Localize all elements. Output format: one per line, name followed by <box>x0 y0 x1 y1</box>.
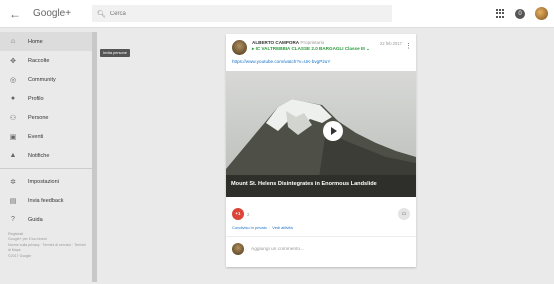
feedback-icon: ▤ <box>9 197 17 205</box>
sidebar-item-label: Notifiche <box>28 152 50 159</box>
collections-icon: ✥ <box>10 57 16 65</box>
plus-one-button[interactable]: +1 <box>232 208 244 220</box>
divider <box>0 168 92 169</box>
community-icon: ◎ <box>9 76 17 84</box>
sidebar-scrollbar[interactable] <box>92 32 97 282</box>
sidebar-footer: Registrati Google+ per il tuo brand Norm… <box>0 232 88 259</box>
plus-one-count[interactable]: 2 <box>247 212 398 217</box>
view-activity-link[interactable]: Vedi attività <box>272 225 292 230</box>
author-role: Proprietario <box>300 40 325 45</box>
sidebar-item-notifiche[interactable]: ▲ Notifiche <box>0 146 97 165</box>
notifications-bell-icon[interactable]: 0 <box>515 8 525 19</box>
sidebar-item-profilo[interactable]: ● Profilo <box>0 89 97 108</box>
account-avatar[interactable] <box>535 7 548 20</box>
commenter-avatar <box>232 243 244 255</box>
add-comment-row[interactable]: Aggiungi un commento... <box>226 237 416 261</box>
help-icon: ? <box>11 216 15 223</box>
shared-private-link[interactable]: Condiviso in privato <box>232 225 267 230</box>
profile-icon: ● <box>10 95 16 102</box>
sidebar: ⌂ Home ✥ Raccolte ◎ Community ● Profilo … <box>0 28 97 284</box>
sidebar-item-eventi[interactable]: ▣ Eventi <box>0 127 97 146</box>
back-arrow-icon[interactable]: ← <box>5 7 25 21</box>
mountain-image <box>226 71 416 197</box>
sidebar-item-label: Community <box>28 76 56 83</box>
sidebar-item-impostazioni[interactable]: ✲ Impostazioni <box>0 172 97 191</box>
events-icon: ▣ <box>9 133 17 141</box>
apps-grid-icon[interactable] <box>496 9 505 18</box>
sidebar-item-label: Impostazioni <box>28 178 59 185</box>
settings-icon: ✲ <box>10 178 16 186</box>
sidebar-item-guida[interactable]: ? Guida <box>0 210 97 229</box>
post-link[interactable]: https://www.youtube.com/watch?v=UK-bvgP2… <box>226 56 416 68</box>
share-info: Condiviso in privato · Vedi attività <box>226 223 416 237</box>
author-avatar[interactable] <box>232 40 247 55</box>
home-icon: ⌂ <box>10 38 16 45</box>
search-icon: 🔍︎ <box>97 10 106 18</box>
top-bar: ← Google+ 🔍︎ 0 <box>0 0 554 28</box>
video-thumbnail[interactable]: Mount St. Helens Disintegrates in Enormo… <box>226 71 416 197</box>
legal-links[interactable]: Norme sulla privacy · Termini di servizi… <box>8 243 88 254</box>
sidebar-item-label: Invia feedback <box>28 197 64 204</box>
search-input[interactable] <box>109 10 370 17</box>
sidebar-item-label: Profilo <box>28 95 44 102</box>
author-name[interactable]: ALBERTO CAMPORA <box>252 40 299 45</box>
sidebar-item-community[interactable]: ◎ Community <box>0 70 97 89</box>
sidebar-item-raccolte[interactable]: ✥ Raccolte <box>0 51 97 70</box>
comment-input[interactable]: Aggiungi un commento... <box>251 247 304 252</box>
sidebar-item-label: Raccolte <box>28 57 50 64</box>
sidebar-item-persone[interactable]: ⚇ Persone <box>0 108 97 127</box>
sidebar-item-label: Home <box>28 38 43 45</box>
brand-logo[interactable]: Google+ <box>33 8 93 19</box>
sidebar-item-label: Guida <box>28 216 43 223</box>
sidebar-item-feedback[interactable]: ▤ Invia feedback <box>0 191 97 210</box>
copyright: ©2017 Google <box>8 253 32 258</box>
sidebar-item-label: Eventi <box>28 133 44 140</box>
sidebar-item-home[interactable]: ⌂ Home <box>0 32 97 51</box>
play-button[interactable] <box>323 121 343 141</box>
comment-icon[interactable]: ▭ <box>398 208 410 220</box>
play-icon <box>331 127 337 135</box>
people-icon: ⚇ <box>9 114 17 122</box>
notifications-icon: ▲ <box>9 152 17 159</box>
community-link[interactable]: ▸ IC VALTREBBIA CLASSE 2.0 BARGAGLI Clas… <box>252 46 380 52</box>
post-date[interactable]: 22 feb 2017 <box>380 41 402 56</box>
sidebar-item-label: Persone <box>28 114 49 121</box>
post-card: ALBERTO CAMPORA Proprietario ▸ IC VALTRE… <box>226 34 416 267</box>
search-box[interactable]: 🔍︎ <box>92 5 392 22</box>
video-title[interactable]: Mount St. Helens Disintegrates in Enormo… <box>231 181 377 187</box>
more-options-icon[interactable]: ⋮ <box>405 42 412 56</box>
tooltip: Invita persone <box>100 49 130 57</box>
